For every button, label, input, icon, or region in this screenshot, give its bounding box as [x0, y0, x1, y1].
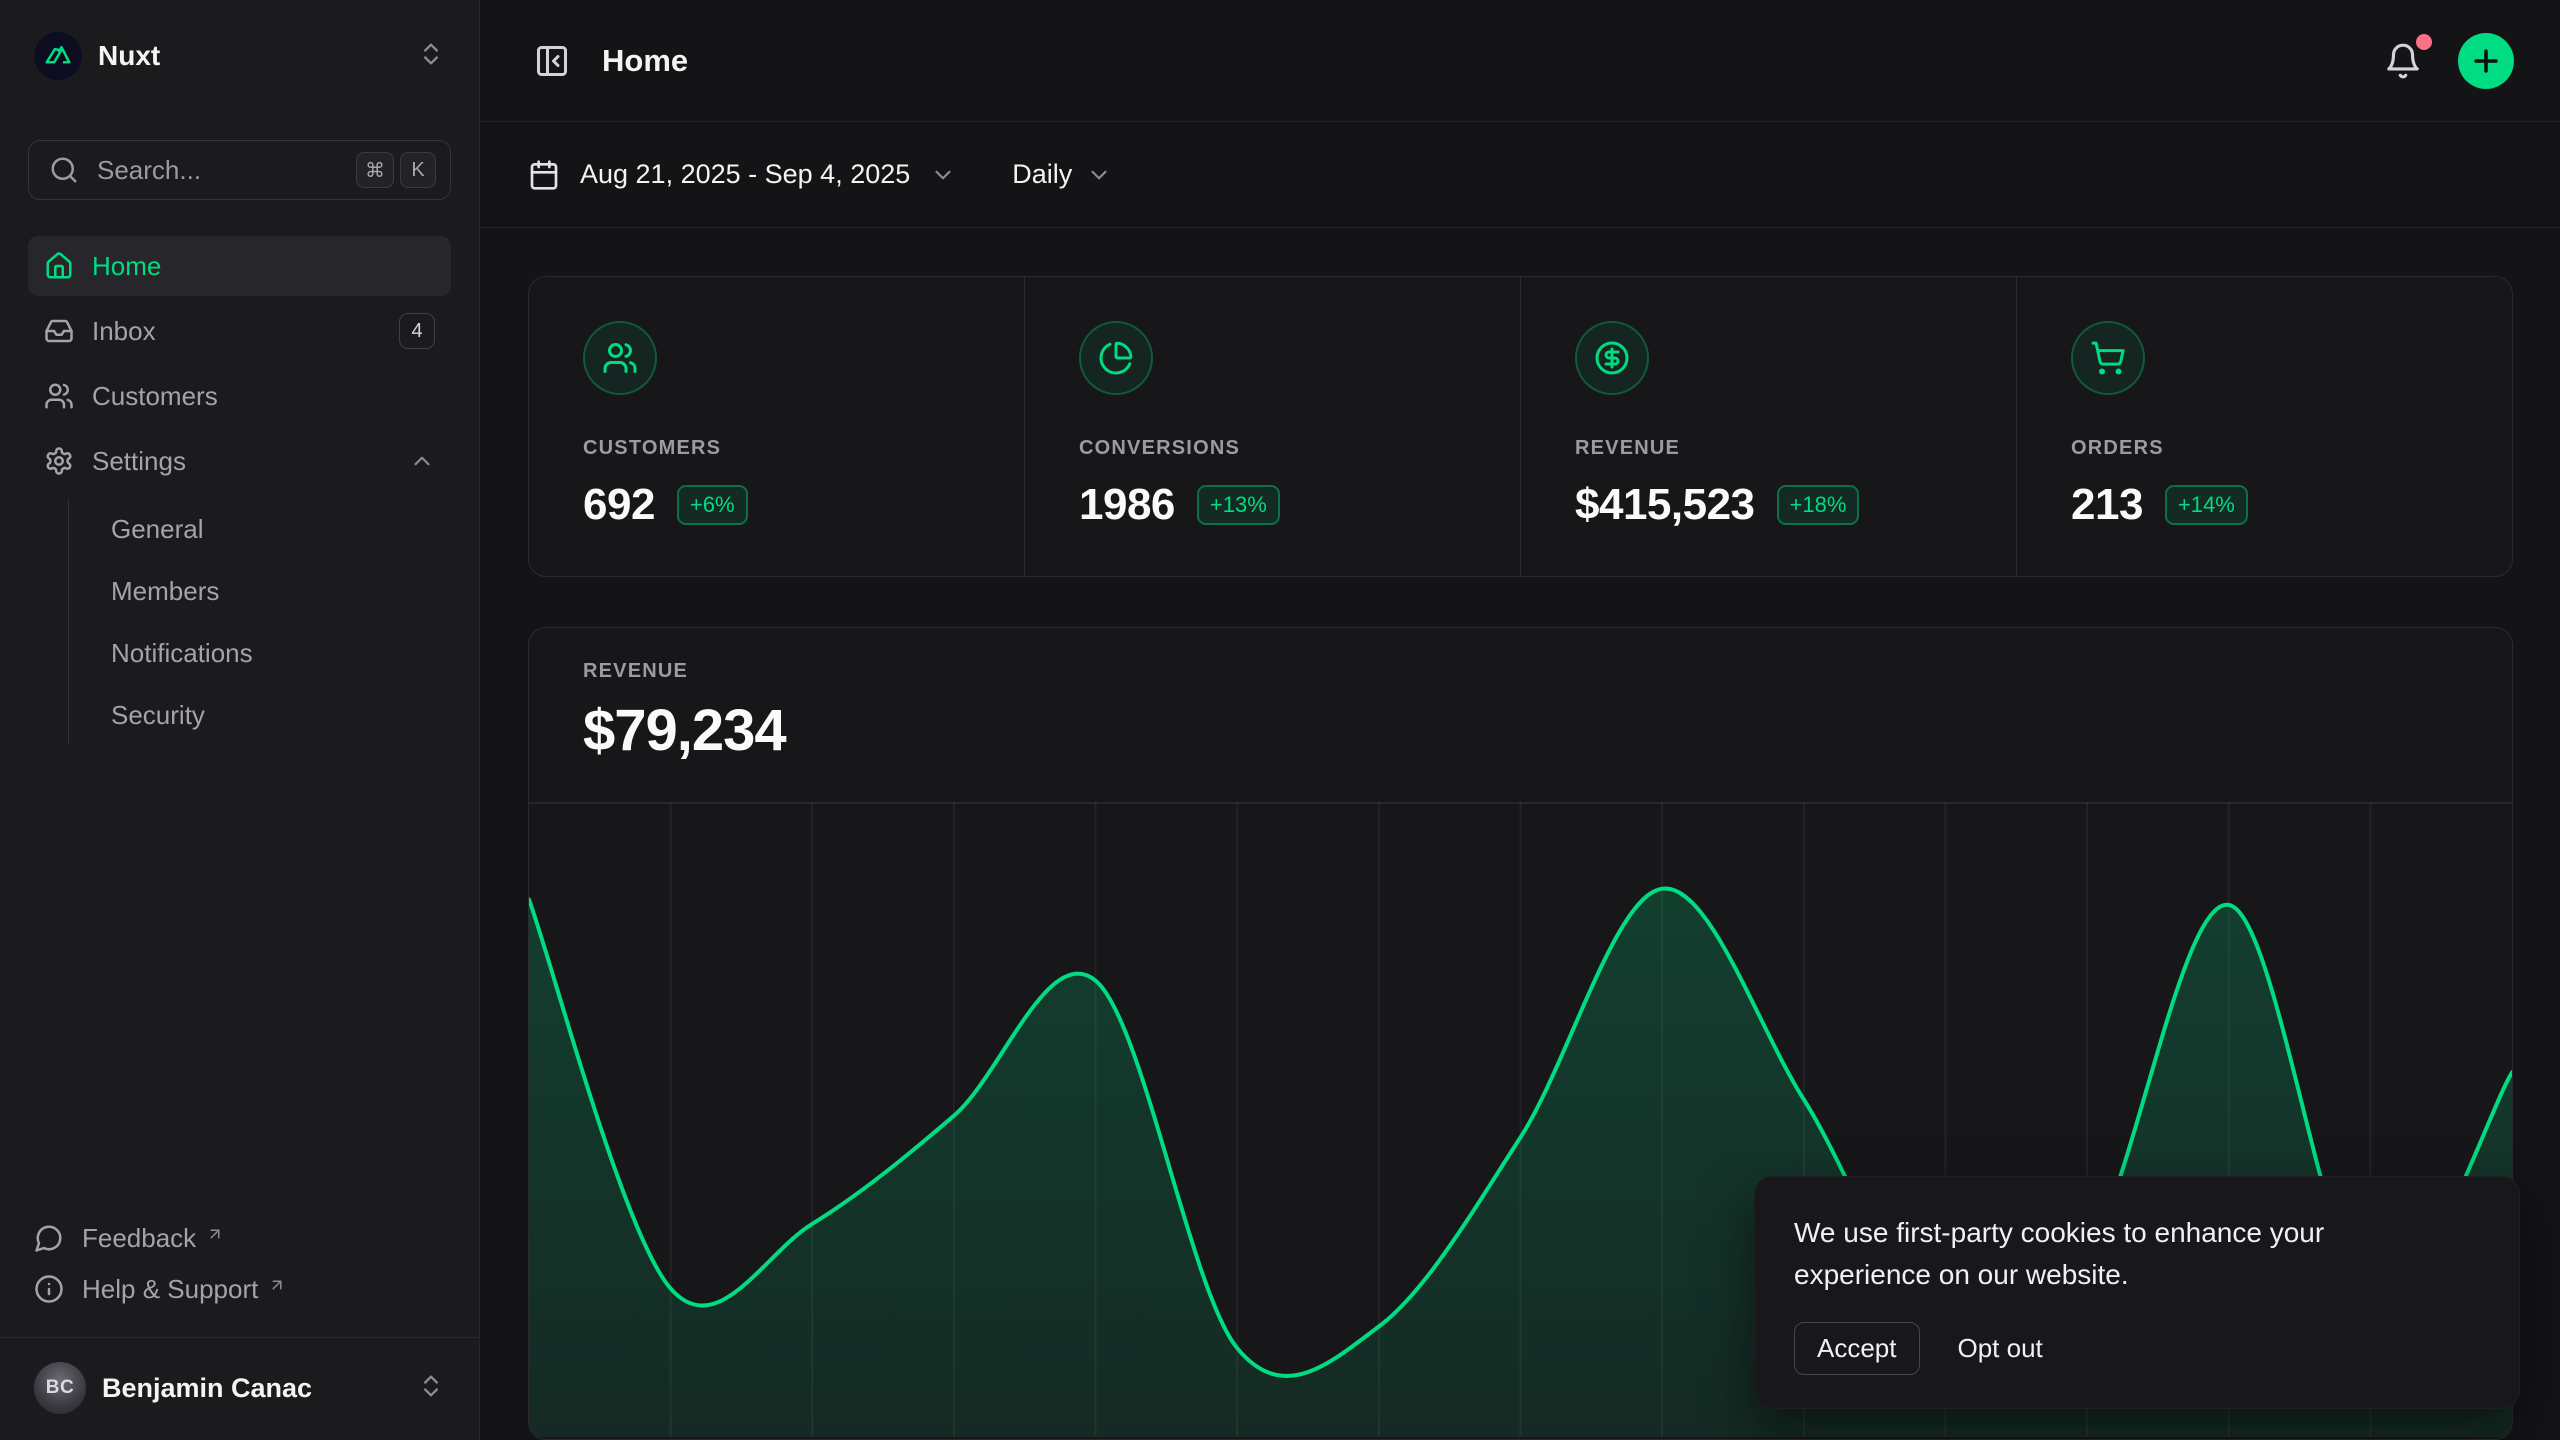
info-icon — [34, 1274, 64, 1304]
stat-value: 1986 — [1079, 480, 1175, 530]
date-range-picker[interactable]: Aug 21, 2025 - Sep 4, 2025 — [528, 159, 956, 191]
user-name: Benjamin Canac — [102, 1373, 401, 1404]
chevrons-up-down-icon — [417, 1372, 445, 1405]
users-icon — [44, 381, 74, 411]
page-title: Home — [602, 43, 2352, 79]
message-circle-icon — [34, 1223, 64, 1253]
stat-label: CONVERSIONS — [1079, 437, 1520, 460]
sidebar-item-inbox[interactable]: Inbox 4 — [28, 301, 451, 361]
cookie-actions: Accept Opt out — [1794, 1322, 2480, 1375]
sidebar-spacer — [28, 744, 451, 1217]
external-link-icon — [268, 1270, 286, 1301]
users-icon — [583, 321, 657, 395]
stat-customers[interactable]: CUSTOMERS 692 +6% — [529, 277, 1024, 576]
sidebar-item-members[interactable]: Members — [101, 562, 451, 620]
pie-chart-icon — [1079, 321, 1153, 395]
circle-dollar-icon — [1575, 321, 1649, 395]
search-placeholder: Search... — [97, 155, 338, 186]
cookie-banner: We use first-party cookies to enhance yo… — [1754, 1176, 2520, 1409]
bell-icon — [2384, 42, 2422, 80]
stat-delta-badge: +13% — [1197, 485, 1280, 525]
sidebar-nav: Home Inbox 4 Customers Settings General … — [28, 236, 451, 744]
granularity-value: Daily — [1012, 159, 1072, 190]
stat-value: $415,523 — [1575, 480, 1755, 530]
chevrons-up-down-icon — [417, 40, 445, 73]
stat-revenue[interactable]: REVENUE $415,523 +18% — [1520, 277, 2016, 576]
help-support-link[interactable]: Help & Support — [28, 1268, 451, 1311]
kbd-cmd: ⌘ — [356, 152, 394, 188]
cookie-message: We use first-party cookies to enhance yo… — [1794, 1212, 2414, 1296]
stat-delta-badge: +6% — [677, 485, 748, 525]
inbox-count-badge: 4 — [399, 313, 435, 349]
opt-out-button[interactable]: Opt out — [1958, 1333, 2043, 1364]
search-shortcut: ⌘ K — [356, 152, 436, 188]
sidebar-footer: Feedback Help & Support — [28, 1217, 451, 1337]
search-input[interactable]: Search... ⌘ K — [28, 140, 451, 200]
sidebar-item-notifications[interactable]: Notifications — [101, 624, 451, 682]
search-icon — [49, 155, 79, 185]
plus-icon — [2469, 44, 2503, 78]
stat-value: 213 — [2071, 480, 2143, 530]
inbox-icon — [44, 316, 74, 346]
revenue-chart-value: $79,234 — [583, 697, 2512, 764]
sidebar-toggle-button[interactable] — [528, 37, 576, 85]
granularity-select[interactable]: Daily — [1012, 159, 1112, 190]
gear-icon — [44, 446, 74, 476]
feedback-link[interactable]: Feedback — [28, 1217, 451, 1260]
avatar: BC — [34, 1362, 86, 1414]
header-actions — [2378, 33, 2514, 89]
home-icon — [44, 251, 74, 281]
sidebar-user-section: BC Benjamin Canac — [0, 1337, 479, 1440]
chevron-down-icon — [1086, 162, 1112, 188]
stat-delta-badge: +14% — [2165, 485, 2248, 525]
accept-cookies-button[interactable]: Accept — [1794, 1322, 1920, 1375]
sidebar: Nuxt Search... ⌘ K Home Inbox 4 — [0, 0, 480, 1440]
user-menu[interactable]: BC Benjamin Canac — [28, 1354, 451, 1422]
panel-left-close-icon — [534, 43, 570, 79]
filters-toolbar: Aug 21, 2025 - Sep 4, 2025 Daily — [480, 122, 2560, 228]
revenue-chart-header: REVENUE $79,234 — [529, 628, 2512, 764]
stat-value: 692 — [583, 480, 655, 530]
notifications-button[interactable] — [2378, 36, 2428, 86]
stat-orders[interactable]: ORDERS 213 +14% — [2016, 277, 2512, 576]
stat-label: ORDERS — [2071, 437, 2512, 460]
kbd-k: K — [400, 152, 436, 188]
sidebar-item-security[interactable]: Security — [101, 686, 451, 744]
stat-label: REVENUE — [1575, 437, 2016, 460]
add-button[interactable] — [2458, 33, 2514, 89]
notification-dot — [2416, 34, 2432, 50]
chevron-up-icon — [409, 448, 435, 474]
stat-label: CUSTOMERS — [583, 437, 1024, 460]
stat-conversions[interactable]: CONVERSIONS 1986 +13% — [1024, 277, 1520, 576]
stats-overview-card: CUSTOMERS 692 +6% CONVERSIONS 1986 +13% — [528, 276, 2513, 577]
shopping-cart-icon — [2071, 321, 2145, 395]
sidebar-item-home[interactable]: Home — [28, 236, 451, 296]
calendar-icon — [528, 159, 560, 191]
revenue-chart-label: REVENUE — [583, 660, 2512, 683]
page-header: Home — [480, 0, 2560, 122]
org-switcher[interactable]: Nuxt — [28, 22, 451, 90]
sidebar-item-general[interactable]: General — [101, 500, 451, 558]
nuxt-logo-icon — [34, 32, 82, 80]
date-range-value: Aug 21, 2025 - Sep 4, 2025 — [580, 159, 910, 190]
chevron-down-icon — [930, 162, 956, 188]
stat-delta-badge: +18% — [1777, 485, 1860, 525]
external-link-icon — [206, 1219, 224, 1250]
settings-subnav: General Members Notifications Security — [68, 500, 451, 744]
org-name: Nuxt — [98, 40, 401, 72]
sidebar-item-settings[interactable]: Settings — [28, 431, 451, 491]
sidebar-item-customers[interactable]: Customers — [28, 366, 451, 426]
